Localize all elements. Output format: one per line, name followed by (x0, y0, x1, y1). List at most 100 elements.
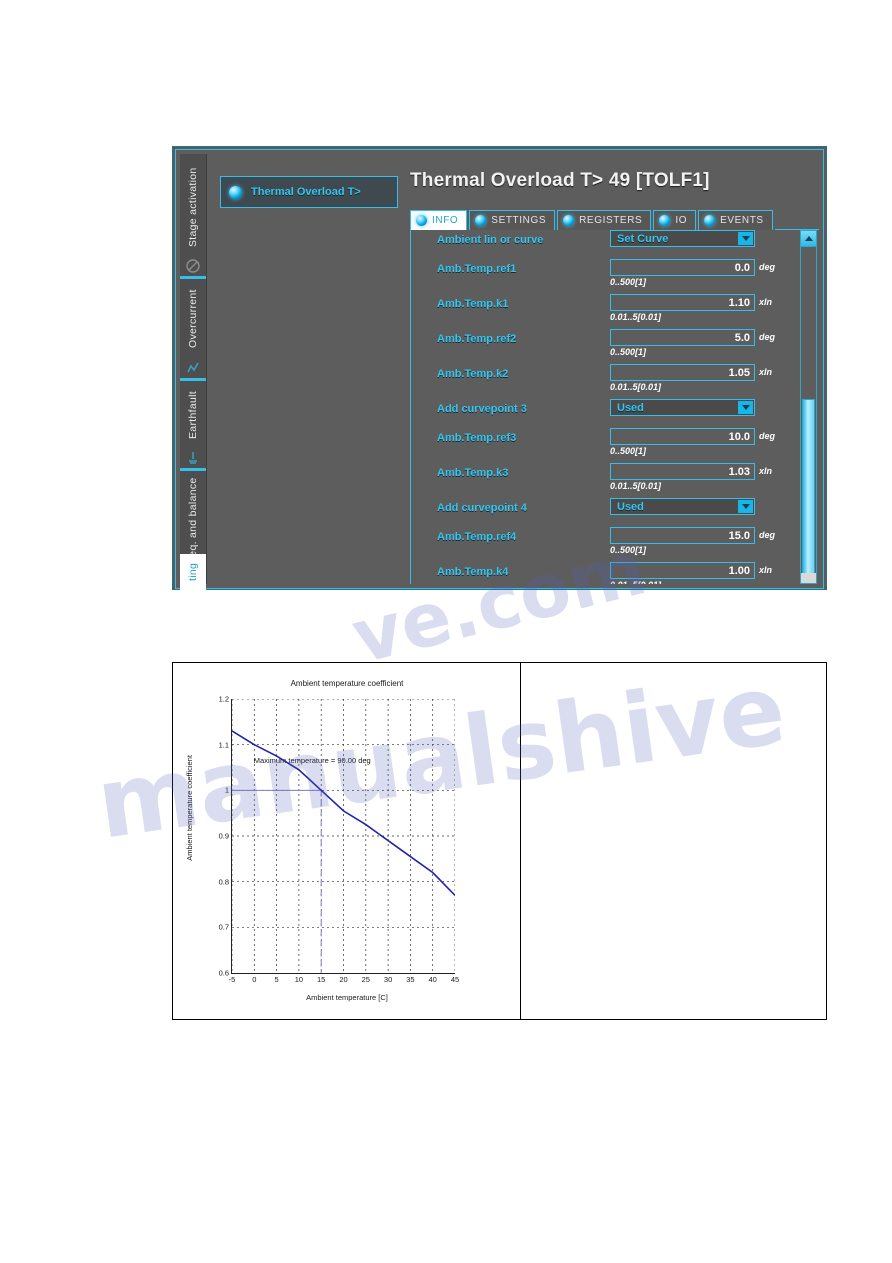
led-icon (704, 215, 716, 226)
sidebar-tab-earthfault[interactable]: Earthfault (180, 382, 206, 448)
settings-form: Ambient lin or curve Set Curve Amb.Temp.… (410, 230, 819, 584)
input-amb-temp-ref2[interactable]: 5.0 (610, 329, 755, 346)
form-label: Amb.Temp.k2 (437, 368, 509, 380)
field-range-hint: 0.01..5[0.01] (610, 312, 662, 322)
field-unit: xIn (759, 466, 773, 476)
form-row-amb-temp-k4: Amb.Temp.k4 1.00 xIn 0.01..5[0.01] (411, 562, 793, 584)
dropdown-add-curvepoint-4[interactable]: Used (610, 498, 755, 515)
field-range-hint: 0..500[1] (610, 347, 647, 357)
stage-list-panel: Thermal Overload T> (208, 154, 404, 584)
field-range-hint: 0..500[1] (610, 446, 647, 456)
earthfault-icon (185, 450, 201, 466)
tab-registers[interactable]: REGISTERS (557, 210, 652, 230)
tab-io-label: IO (675, 215, 688, 226)
form-row-amb-temp-k3: Amb.Temp.k3 1.03 xIn 0.01..5[0.01] (411, 463, 793, 498)
field-unit: deg (759, 262, 776, 272)
tab-settings[interactable]: SETTINGS (469, 210, 556, 230)
field-range-hint: 0.01..5[0.01] (610, 580, 661, 584)
form-row-amb-temp-ref1: Amb.Temp.ref1 0.0 deg 0..500[1] (411, 259, 793, 294)
field-wrapper: 15.0 (610, 527, 755, 544)
chart-x-tick: 15 (317, 975, 326, 984)
chart-plot-area: 0.6 0.7 0.8 0.9 1 1.1 1.2 -5 0 5 10 15 20 25 30 35 40 45 M… (219, 695, 460, 985)
input-value: 1.05 (728, 366, 750, 379)
chart-x-tick: 0 (252, 975, 257, 984)
chart-y-tick: 0.6 (218, 968, 229, 978)
chart-x-tick: -5 (228, 975, 236, 984)
no-entry-icon (185, 258, 201, 274)
field-wrapper: 5.0 (610, 329, 755, 346)
input-amb-temp-ref4[interactable]: 15.0 (610, 527, 755, 544)
field-range-hint: 0..500[1] (610, 545, 647, 555)
form-row-amb-temp-ref3: Amb.Temp.ref3 10.0 deg 0..500[1] (411, 428, 793, 463)
scrollbar-thumb[interactable] (802, 399, 815, 574)
sidebar-separator-2 (180, 378, 206, 381)
tab-bar-filler (774, 210, 819, 230)
field-wrapper: 10.0 (610, 428, 755, 445)
sidebar-tab-stage-activation[interactable]: Stage activation (180, 158, 206, 256)
field-unit: xIn (759, 367, 773, 377)
figure-cell-chart: Ambient temperature coefficient Ambient … (173, 663, 521, 1019)
dropdown-ambient-lin-or-curve[interactable]: Set Curve (610, 230, 755, 247)
input-amb-temp-k1[interactable]: 1.10 (610, 294, 755, 311)
input-value: 1.03 (728, 465, 750, 478)
sidebar-separator-3 (180, 468, 206, 471)
content-panel: Thermal Overload T> 49 [TOLF1] INFO SETT… (406, 154, 819, 584)
input-amb-temp-k2[interactable]: 1.05 (610, 364, 755, 381)
field-unit: deg (759, 332, 776, 342)
dropdown-value: Used (617, 500, 644, 513)
sidebar-tab-overcurrent-label: Overcurrent (187, 289, 199, 349)
sidebar-tab-stage-activation-label: Stage activation (187, 167, 199, 247)
input-value: 10.0 (728, 430, 750, 443)
form-row-add-curvepoint-3: Add curvepoint 3 Used (411, 399, 793, 428)
dropdown-value: Used (617, 401, 644, 414)
input-amb-temp-k3[interactable]: 1.03 (610, 463, 755, 480)
field-wrapper: 0.0 (610, 259, 755, 276)
page-title: Thermal Overload T> 49 [TOLF1] (410, 170, 710, 191)
tab-events-label: EVENTS (720, 215, 764, 226)
led-icon (416, 215, 427, 226)
figure-table: Ambient temperature coefficient Ambient … (172, 662, 827, 1020)
chevron-up-icon[interactable] (801, 231, 816, 247)
chart-annotation: Maximum temperature = 90.00 deg (253, 755, 371, 765)
figure-cell-empty (521, 663, 826, 1019)
sidebar-tab-seq-and-balance-label: Seq. and balance (187, 477, 199, 565)
device-configuration-window: Stage activation Overcurrent Earthfault … (172, 146, 827, 590)
input-amb-temp-ref1[interactable]: 0.0 (610, 259, 755, 276)
form-label: Ambient lin or curve (437, 234, 544, 246)
chart-svg (232, 699, 455, 973)
chevron-down-icon[interactable] (738, 500, 753, 513)
input-amb-temp-k4[interactable]: 1.00 (610, 562, 755, 579)
tab-events[interactable]: EVENTS (698, 210, 773, 230)
chart-x-tick: 10 (294, 975, 304, 984)
tab-bar: INFO SETTINGS REGISTERS IO EVENTS (410, 210, 819, 230)
sidebar-tab-thermal-overloading[interactable]: ting (180, 554, 206, 590)
form-row-add-curvepoint-4: Add curvepoint 4 Used (411, 498, 793, 527)
sidebar-tab-overcurrent[interactable]: Overcurrent (180, 280, 206, 358)
vertical-sidebar: Stage activation Overcurrent Earthfault … (180, 154, 207, 590)
chevron-down-icon[interactable] (738, 401, 753, 414)
form-scroll-viewport: Ambient lin or curve Set Curve Amb.Temp.… (411, 230, 793, 584)
form-label: Amb.Temp.k3 (437, 467, 509, 479)
tab-info-label: INFO (432, 215, 459, 226)
chart-y-tick: 1.1 (218, 740, 229, 750)
input-amb-temp-ref3[interactable]: 10.0 (610, 428, 755, 445)
chart-x-tick: 30 (383, 975, 393, 984)
form-label: Amb.Temp.ref4 (437, 531, 517, 543)
dropdown-add-curvepoint-3[interactable]: Used (610, 399, 755, 416)
tab-io[interactable]: IO (653, 210, 697, 230)
field-unit: xIn (759, 297, 773, 307)
form-row-amb-temp-k1: Amb.Temp.k1 1.10 xIn 0.01..5[0.01] (411, 294, 793, 329)
input-value: 5.0 (734, 331, 750, 344)
chart-x-tick: 5 (274, 975, 279, 984)
chevron-down-icon[interactable] (738, 232, 753, 245)
tab-info[interactable]: INFO (410, 210, 468, 230)
field-range-hint: 0.01..5[0.01] (610, 481, 662, 491)
scrollbar-track-bottom[interactable] (801, 573, 816, 583)
field-unit: xIn (759, 565, 773, 575)
form-row-ambient-lin-or-curve: Ambient lin or curve Set Curve (411, 230, 793, 259)
form-vertical-scrollbar[interactable] (800, 230, 817, 584)
list-item-thermal-overload[interactable]: Thermal Overload T> (220, 176, 398, 208)
chart-x-tick: 40 (428, 975, 437, 984)
led-icon (229, 185, 242, 199)
sidebar-tab-thermal-overloading-label: ting (187, 562, 199, 582)
